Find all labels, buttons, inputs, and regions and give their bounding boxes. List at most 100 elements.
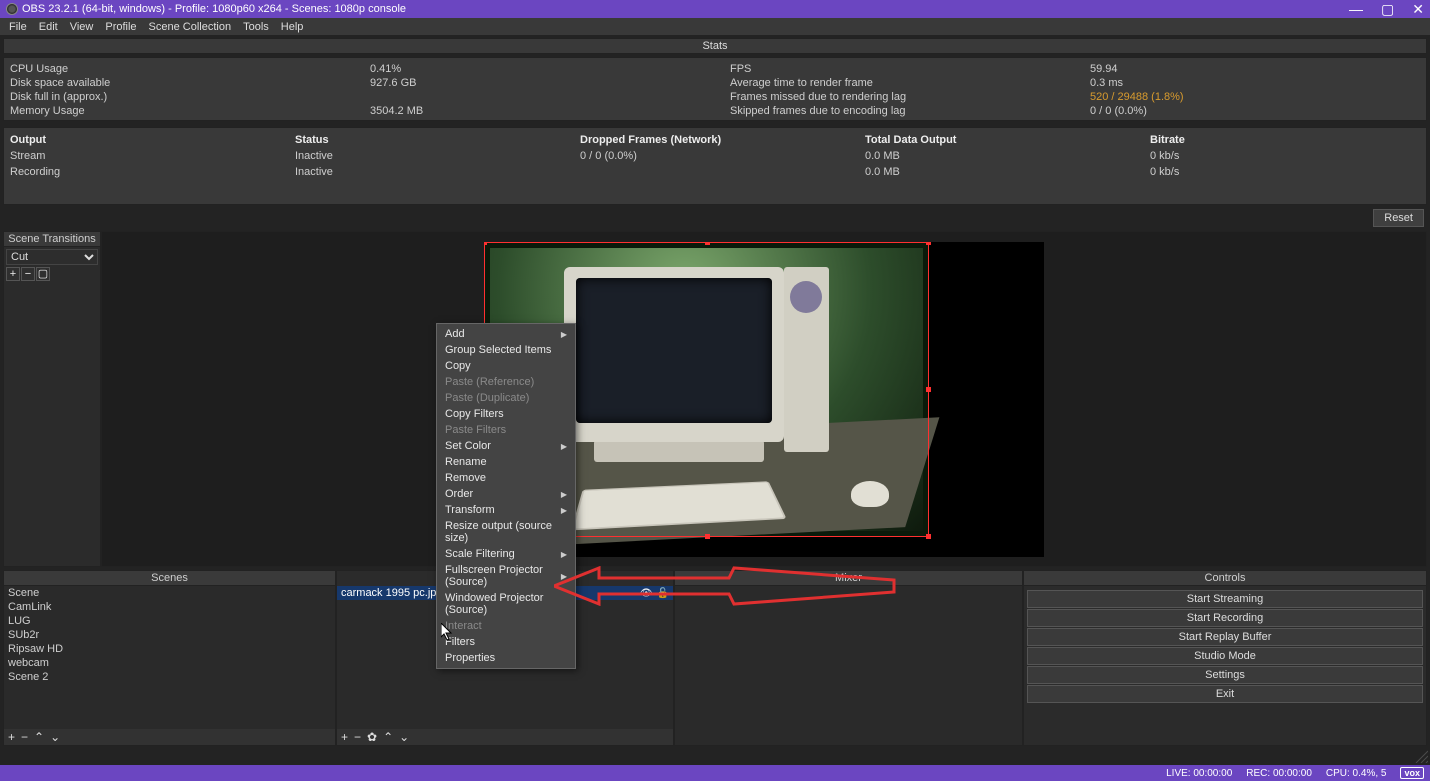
submenu-arrow-icon: ▶ [561, 490, 567, 499]
output-header: Bitrate [1150, 132, 1430, 148]
ctx-rename[interactable]: Rename [437, 454, 575, 470]
source-add-button[interactable]: + [341, 730, 348, 744]
transition-add-button[interactable]: + [6, 267, 20, 281]
ctx-remove[interactable]: Remove [437, 470, 575, 486]
ctx-scale-filtering[interactable]: Scale Filtering▶ [437, 546, 575, 562]
submenu-arrow-icon: ▶ [561, 550, 567, 559]
start-streaming-button[interactable]: Start Streaming [1027, 590, 1423, 608]
transition-remove-button[interactable]: − [21, 267, 35, 281]
output-cell: 0 kb/s [1150, 164, 1430, 180]
studio-mode-button[interactable]: Studio Mode [1027, 647, 1423, 665]
submenu-arrow-icon: ▶ [561, 506, 567, 515]
ctx-windowed-projector-source-[interactable]: Windowed Projector (Source) [437, 590, 575, 618]
stat-value: 0.41% [364, 62, 724, 76]
menu-view[interactable]: View [65, 21, 99, 33]
ctx-properties[interactable]: Properties [437, 650, 575, 666]
scene-item[interactable]: Scene [4, 586, 335, 600]
scene-down-button[interactable]: ⌄ [50, 730, 60, 744]
output-table: OutputStatusDropped Frames (Network)Tota… [3, 127, 1427, 205]
scenes-dock: Scenes SceneCamLinkLUGSUb2rRipsaw HDwebc… [3, 570, 336, 746]
maximize-button[interactable]: ▢ [1381, 1, 1394, 18]
transition-settings-button[interactable]: ▢ [36, 267, 50, 281]
menu-tools[interactable]: Tools [238, 21, 274, 33]
source-context-menu[interactable]: Add▶Group Selected ItemsCopyPaste (Refer… [436, 323, 576, 669]
scene-item[interactable]: LUG [4, 614, 335, 628]
output-cell: 0 / 0 (0.0%) [580, 148, 865, 164]
output-cell: Recording [10, 164, 295, 180]
menu-edit[interactable]: Edit [34, 21, 63, 33]
submenu-arrow-icon: ▶ [561, 330, 567, 339]
ctx-transform[interactable]: Transform▶ [437, 502, 575, 518]
output-cell: Inactive [295, 148, 580, 164]
settings-button[interactable]: Settings [1027, 666, 1423, 684]
stat-value: 3504.2 MB [364, 104, 724, 118]
menu-profile[interactable]: Profile [100, 21, 141, 33]
source-remove-button[interactable]: − [354, 730, 361, 744]
ctx-order[interactable]: Order▶ [437, 486, 575, 502]
stat-label: CPU Usage [4, 62, 364, 76]
stat-value: 927.6 GB [364, 76, 724, 90]
ctx-resize-output-source-size-[interactable]: Resize output (source size) [437, 518, 575, 546]
lock-toggle-icon[interactable]: 🔓 [657, 588, 669, 599]
source-name: carmack 1995 pc.jpg [341, 587, 443, 599]
menu-bar: FileEditViewProfileScene CollectionTools… [0, 18, 1430, 35]
window-title-bar: OBS 23.2.1 (64-bit, windows) - Profile: … [0, 0, 1430, 18]
visibility-toggle-icon[interactable]: 👁 [640, 588, 653, 599]
ctx-copy[interactable]: Copy [437, 358, 575, 374]
menu-help[interactable]: Help [276, 21, 309, 33]
stat-value: 59.94 [1084, 62, 1430, 76]
ctx-paste-reference-: Paste (Reference) [437, 374, 575, 390]
output-header: Dropped Frames (Network) [580, 132, 865, 148]
source-down-button[interactable]: ⌄ [399, 730, 409, 744]
ctx-group-selected-items[interactable]: Group Selected Items [437, 342, 575, 358]
start-replay-buffer-button[interactable]: Start Replay Buffer [1027, 628, 1423, 646]
mixer-dock: Mixer [674, 570, 1023, 746]
minimize-button[interactable]: — [1349, 1, 1363, 18]
close-button[interactable]: ✕ [1412, 1, 1424, 18]
ctx-paste-filters: Paste Filters [437, 422, 575, 438]
exit-button[interactable]: Exit [1027, 685, 1423, 703]
controls-title: Controls [1024, 571, 1426, 586]
status-cpu: CPU: 0.4%, 5 [1326, 768, 1387, 779]
stat-value [364, 90, 724, 104]
stat-label: Disk space available [4, 76, 364, 90]
reset-button[interactable]: Reset [1373, 209, 1424, 227]
scene-item[interactable]: Scene 2 [4, 670, 335, 684]
ctx-add[interactable]: Add▶ [437, 326, 575, 342]
menu-scene-collection[interactable]: Scene Collection [144, 21, 237, 33]
submenu-arrow-icon: ▶ [561, 572, 567, 581]
scene-add-button[interactable]: + [8, 730, 15, 744]
preview-pane[interactable] [101, 231, 1427, 567]
output-cell: 0 kb/s [1150, 148, 1430, 164]
source-up-button[interactable]: ⌃ [383, 730, 393, 744]
stat-label: Skipped frames due to encoding lag [724, 104, 1084, 118]
start-recording-button[interactable]: Start Recording [1027, 609, 1423, 627]
menu-file[interactable]: File [4, 21, 32, 33]
status-live: LIVE: 00:00:00 [1166, 768, 1232, 779]
scene-remove-button[interactable]: − [21, 730, 28, 744]
resize-grip-icon[interactable] [1414, 749, 1428, 763]
mixer-list[interactable] [675, 586, 1022, 745]
mixer-title: Mixer [675, 571, 1022, 586]
sources-footer: + − ✿ ⌃ ⌄ [337, 729, 673, 745]
scene-item[interactable]: webcam [4, 656, 335, 670]
ctx-copy-filters[interactable]: Copy Filters [437, 406, 575, 422]
output-cell: Stream [10, 148, 295, 164]
vox-badge: vox [1400, 767, 1424, 779]
scene-item[interactable]: SUb2r [4, 628, 335, 642]
scene-item[interactable]: CamLink [4, 600, 335, 614]
ctx-filters[interactable]: Filters [437, 634, 575, 650]
scene-transitions-pane: Scene Transitions Cut + − ▢ [3, 231, 101, 567]
stat-label: Disk full in (approx.) [4, 90, 364, 104]
stat-value: 0.3 ms [1084, 76, 1430, 90]
scene-up-button[interactable]: ⌃ [34, 730, 44, 744]
scenes-list[interactable]: SceneCamLinkLUGSUb2rRipsaw HDwebcamScene… [4, 586, 335, 729]
output-header: Output [10, 132, 295, 148]
source-settings-button[interactable]: ✿ [367, 730, 377, 744]
ctx-fullscreen-projector-source-[interactable]: Fullscreen Projector (Source)▶ [437, 562, 575, 590]
stats-panel: CPU Usage0.41%FPS59.94Disk space availab… [3, 57, 1427, 121]
ctx-set-color[interactable]: Set Color▶ [437, 438, 575, 454]
scene-item[interactable]: Ripsaw HD [4, 642, 335, 656]
transition-select[interactable]: Cut [6, 249, 98, 265]
scenes-footer: + − ⌃ ⌄ [4, 729, 335, 745]
